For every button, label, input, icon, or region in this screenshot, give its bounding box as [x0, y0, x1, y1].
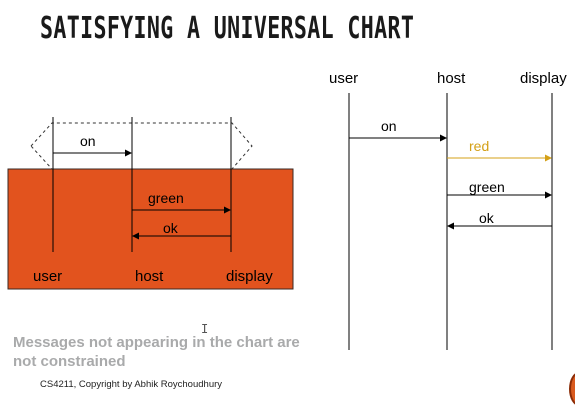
left-label-on: on	[80, 133, 96, 149]
right-label-red: red	[469, 138, 489, 154]
slide: SATISFYING A UNIVERSAL CHART on green ok…	[0, 0, 575, 408]
left-instance-user: user	[33, 268, 62, 285]
left-instance-host: host	[135, 268, 164, 285]
right-label-green: green	[469, 179, 505, 195]
right-instance-user: user	[329, 70, 358, 87]
left-label-green: green	[148, 190, 184, 206]
left-universal-chart: on green ok user host display	[7, 117, 294, 290]
left-instance-display: display	[226, 268, 273, 285]
prechart-hexagon	[30, 122, 253, 170]
constraint-note: Messages not appearing in the chart are …	[13, 334, 300, 370]
right-label-ok: ok	[479, 210, 495, 226]
slide-footer: CS4211, Copyright by Abhik Roychoudhury	[40, 379, 223, 390]
right-label-on: on	[381, 118, 397, 134]
right-sequence-chart: user host display on red green ok	[329, 70, 567, 350]
left-label-ok: ok	[163, 220, 179, 236]
right-instance-host: host	[437, 70, 466, 87]
right-instance-display: display	[520, 70, 567, 87]
